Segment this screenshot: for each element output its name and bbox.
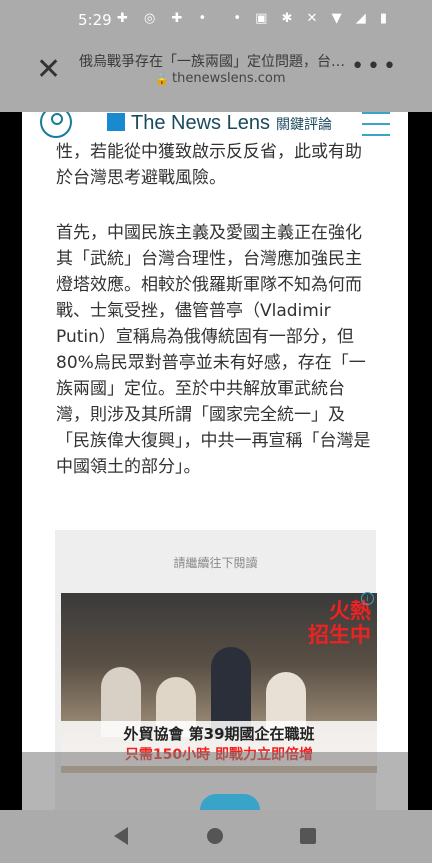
custom-tab-toolbar: ✕ 俄烏戰爭存在「一族兩國」定位問題，台… 🔒 thenewslens.com … xyxy=(0,40,432,112)
system-status-icons: • ▣ ✱ ✕ ▼ ◢ ▮ xyxy=(233,11,392,26)
system-navigation-bar xyxy=(0,810,432,863)
url-text[interactable]: thenewslens.com xyxy=(172,71,286,86)
logo-chinese-text: 關鍵評論 xyxy=(275,116,332,132)
lock-icon: 🔒 xyxy=(155,73,169,86)
more-options-icon[interactable]: • • • xyxy=(351,54,396,79)
article-paragraph: 首先，中國民族主義及愛國主義正在強化其「武統」台灣合理性，台灣應加強民主燈塔效應… xyxy=(56,223,371,477)
ad-continue-reading-caption: 請繼續往下閱讀 xyxy=(173,556,258,570)
ad-banner-image[interactable]: 火熱招生中 外貿協會 第39期國企在職班 只需150小時 即戰力立即倍增 xyxy=(61,593,377,773)
back-icon[interactable] xyxy=(114,827,128,845)
web-page: The News Lens 關鍵評論 性，若能從中獲致啟示反反省，此或有助於台灣思… xyxy=(22,112,408,810)
article-paragraph: 性，若能從中獲致啟示反反省，此或有助於台灣思考避戰風險。 xyxy=(56,142,362,188)
floating-button-peek[interactable] xyxy=(200,794,260,810)
site-logo[interactable]: The News Lens 關鍵評論 xyxy=(107,112,332,135)
close-icon[interactable]: ✕ xyxy=(36,55,61,85)
logo-text: The News Lens xyxy=(131,112,270,134)
ad-info-icon[interactable]: i xyxy=(361,592,374,605)
status-time: 5:29 xyxy=(78,11,112,29)
recent-apps-icon[interactable] xyxy=(300,828,316,844)
user-account-icon[interactable] xyxy=(40,112,72,138)
article-body: 性，若能從中獲致啟示反反省，此或有助於台灣思考避戰風險。 首先，中國民族主義及愛… xyxy=(56,142,376,506)
status-bar: 5:29 ✚ ◎ ✚ • • ▣ ✱ ✕ ▼ ◢ ▮ xyxy=(0,0,432,40)
ad-headline: 外貿協會 第39期國企在職班 xyxy=(123,725,315,743)
site-header: The News Lens 關鍵評論 xyxy=(22,112,408,142)
page-title: 俄烏戰爭存在「一族兩國」定位問題，台… xyxy=(79,54,345,70)
notification-icons: ✚ ◎ ✚ • xyxy=(117,11,213,26)
home-icon[interactable] xyxy=(207,828,223,844)
logo-mark-icon xyxy=(107,113,125,131)
